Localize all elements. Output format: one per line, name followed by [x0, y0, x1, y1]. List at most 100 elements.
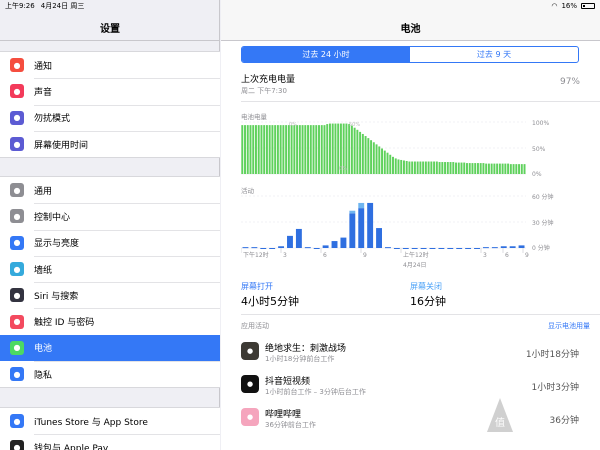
battery-percent: 16% — [561, 2, 577, 10]
activity-bar-screen-on — [518, 245, 525, 248]
battery-bar — [402, 160, 405, 174]
battery-bar — [276, 125, 279, 174]
page-title: 电池 — [400, 24, 421, 35]
sidebar-item-gear[interactable]: ● 通用 — [0, 177, 220, 203]
activity-date-label: 4月24日 — [403, 262, 426, 269]
sidebar-item-label: 通知 — [34, 61, 53, 72]
tab-last-24-hours[interactable]: 过去 24 小时 — [242, 47, 410, 62]
last-charge-label: 上次充电电量 — [241, 75, 296, 85]
wallet-icon: ● — [10, 440, 24, 450]
tiktok-icon: ● — [241, 375, 259, 393]
battery-inline-label: 0% — [289, 122, 297, 128]
sidebar-item-notifications[interactable]: ● 通知 — [0, 52, 220, 78]
sidebar-item-moon[interactable]: ● 勿扰模式 — [0, 104, 220, 131]
battery-bar — [252, 125, 255, 174]
battery-bar — [512, 164, 515, 174]
sidebar-item-label: 墙纸 — [34, 265, 53, 276]
app-activity-header: 应用活动 — [241, 322, 269, 330]
gear-icon: ● — [10, 183, 24, 198]
activity-bar-screen-on — [385, 247, 391, 249]
sidebar-item-label: 电池 — [34, 344, 53, 355]
sidebar-item-label: 通用 — [34, 186, 53, 197]
battery-bar — [405, 161, 408, 174]
status-date: 4月24日 周三 — [40, 2, 85, 10]
activity-bar-screen-on — [393, 248, 400, 249]
activity-bar-screen-on — [349, 213, 356, 248]
activity-bar-screen-on — [331, 241, 338, 248]
battery-bar — [260, 125, 263, 174]
battery-bar — [246, 125, 249, 174]
sidebar-item-battery[interactable]: ● 电池 — [0, 334, 220, 362]
sidebar-title: 设置 — [100, 24, 120, 35]
activity-bar-screen-on — [287, 235, 293, 248]
battery-bar — [408, 161, 411, 174]
sidebar-item-hourglass[interactable]: ● 屏幕使用时间 — [0, 130, 220, 157]
sidebar-item-label: 触控 ID 与密码 — [34, 318, 95, 329]
status-time: 上午9:26 — [5, 2, 35, 10]
battery-bar — [490, 163, 493, 174]
battery-bar — [318, 125, 320, 174]
app-name: 绝地求生：刺激战场 — [265, 344, 347, 354]
battery-bar — [389, 154, 392, 174]
activity-bar-screen-on — [402, 248, 409, 249]
battery-bar — [501, 163, 504, 174]
battery-bar — [331, 123, 334, 174]
battery-bar — [353, 127, 356, 174]
battery-bar — [271, 125, 274, 174]
sidebar-item-siri[interactable]: ● Siri 与搜索 — [0, 282, 220, 308]
sidebar-item-label: Siri 与搜索 — [34, 291, 79, 302]
activity-bar-screen-on — [447, 248, 454, 249]
app-usage-time: 1小时18分钟 — [525, 350, 579, 360]
battery-bar — [424, 161, 427, 174]
battery-y-tick-label: 50% — [532, 146, 546, 153]
sidebar-item-app-store[interactable]: ● iTunes Store 与 App Store — [0, 408, 220, 434]
show-battery-usage-link[interactable]: 显示电池用量 — [548, 321, 590, 331]
sidebar-item-sound[interactable]: ● 声音 — [0, 78, 220, 104]
moon-icon: ● — [10, 110, 24, 125]
battery-bar — [328, 123, 331, 174]
sidebar-item-fingerprint[interactable]: ● 触控 ID 与密码 — [0, 308, 220, 334]
activity-y-tick-label: 60 分钟 — [532, 193, 554, 201]
activity-bar-screen-on — [295, 228, 302, 248]
activity-bar-screen-on — [420, 248, 427, 249]
period-segmented-control[interactable]: 过去 24 小时 过去 9 天 — [241, 46, 579, 63]
battery-bar — [370, 140, 373, 174]
battery-bar — [378, 146, 381, 174]
activity-x-tick-label: 9 — [363, 252, 367, 259]
battery-bar — [359, 131, 362, 174]
sidebar-item-label: 显示与亮度 — [34, 239, 80, 250]
sidebar-item-aa[interactable]: ● 显示与亮度 — [0, 229, 220, 256]
sidebar-item-wallet[interactable]: ● 钱包与 Apple Pay — [0, 434, 220, 450]
activity-chart: 60 分钟 30 分钟 0 分钟下午12时 3 6 9 上午12时 3 6 9 4月24日 — [241, 193, 554, 269]
battery-bar — [460, 162, 463, 174]
battery-bar — [455, 162, 457, 174]
watermark-logo-icon: 值 — [487, 398, 513, 432]
app-usage-detail: 36分钟前台工作 — [265, 421, 316, 429]
battery-bar — [496, 163, 499, 174]
battery-bar — [422, 161, 425, 174]
sidebar-item-hand[interactable]: ● 隐私 — [0, 361, 220, 387]
battery-bar — [452, 162, 455, 174]
battery-bar — [263, 125, 266, 174]
battery-bar — [515, 164, 518, 174]
activity-bar-screen-on — [278, 246, 285, 248]
battery-bar — [367, 138, 370, 174]
app-name: 哔哩哔哩 — [265, 410, 302, 420]
sidebar-item-flower[interactable]: ● 墙纸 — [0, 255, 220, 282]
flower-icon: ● — [10, 262, 24, 277]
activity-bar-screen-on — [465, 248, 472, 249]
battery-bar — [504, 163, 507, 174]
tab-last-9-days[interactable]: 过去 9 天 — [410, 47, 578, 62]
battery-bar — [326, 124, 329, 174]
sidebar-item-switches[interactable]: ● 控制中心 — [0, 203, 220, 229]
battery-bar — [474, 163, 477, 174]
battery-bar — [268, 125, 271, 174]
activity-bar-screen-on — [322, 245, 329, 248]
battery-bar — [298, 125, 301, 174]
activity-bar-screen-on — [429, 248, 436, 249]
settings-sidebar: 设置 ● 通知 ● 声音 ● 勿扰模式 ● 屏幕使用时间 ● 通用 ● 控制中心 ● 显示与亮度 ● 墙纸 ● S… — [0, 0, 220, 450]
app-usage-row[interactable]: ● 绝地求生：刺激战场 1小时18分钟前台工作 1小时18分钟 — [241, 340, 600, 370]
activity-x-tick-label: 下午12时 — [243, 251, 269, 259]
activity-bar-screen-on — [367, 202, 374, 248]
activity-x-tick-label: 上午12时 — [403, 251, 429, 259]
